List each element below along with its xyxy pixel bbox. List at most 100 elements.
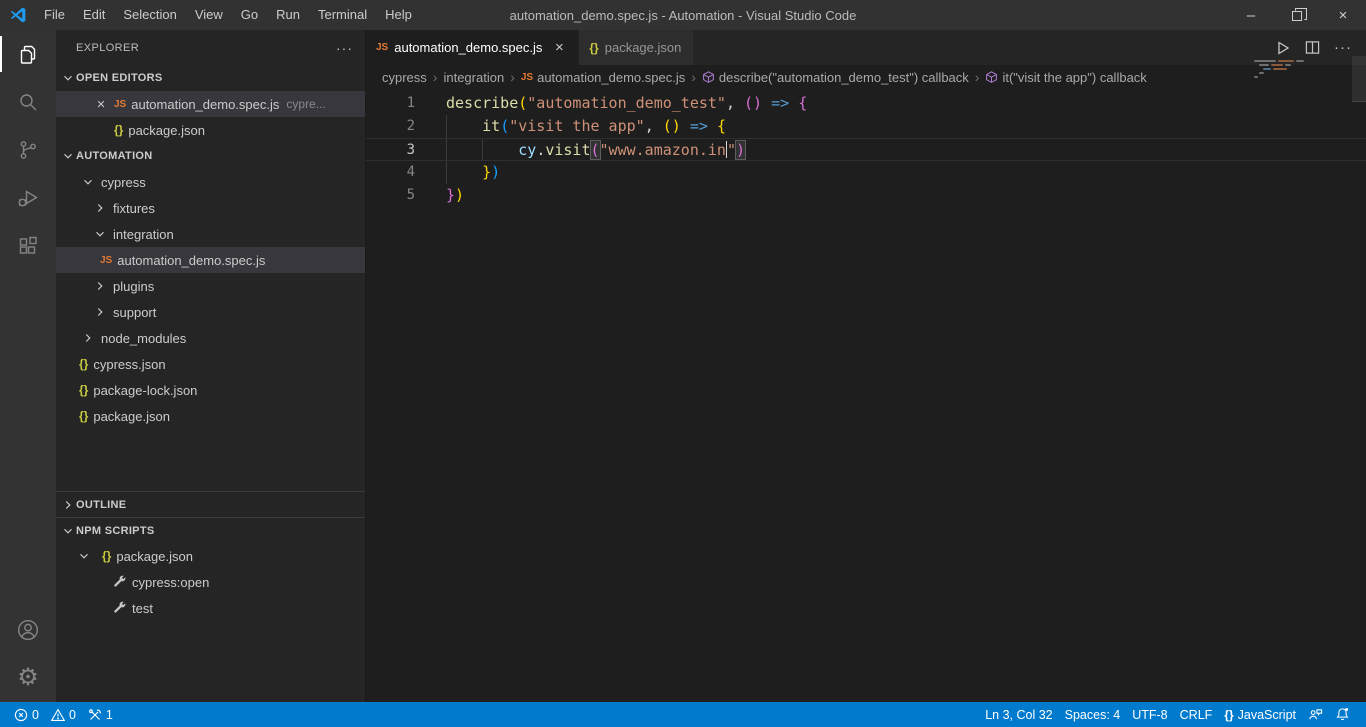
json-file-icon: {} <box>79 357 89 371</box>
symbol-method-icon <box>986 70 998 83</box>
section-outline[interactable]: OUTLINE <box>56 491 365 517</box>
language-mode[interactable]: {} JavaScript <box>1218 702 1302 727</box>
encoding-setting[interactable]: UTF-8 <box>1126 702 1173 727</box>
tree-item-support[interactable]: support <box>56 299 365 325</box>
accounts-icon[interactable] <box>0 606 56 654</box>
code-editor[interactable]: 1 describe("automation_demo_test", () => … <box>366 89 1366 702</box>
errors-indicator[interactable]: 0 <box>8 702 45 727</box>
status-bar: 0 0 1 Ln 3, Col 32 Spaces: 4 UTF-8 CRLF … <box>0 702 1366 727</box>
code-line-3-current[interactable]: 3 cy.visit("www.amazon.in") <box>366 138 1366 161</box>
menu-terminal[interactable]: Terminal <box>309 0 376 30</box>
npm-package-json[interactable]: {} package.json <box>56 543 365 569</box>
tree-item-fixtures[interactable]: fixtures <box>56 195 365 221</box>
menu-edit[interactable]: Edit <box>74 0 114 30</box>
tools-icon <box>89 708 101 720</box>
code-line-4[interactable]: 4 }) <box>366 161 1366 184</box>
menu-run[interactable]: Run <box>267 0 309 30</box>
wrench-icon <box>114 601 126 613</box>
search-icon[interactable] <box>0 78 56 126</box>
tree-item-integration[interactable]: integration <box>56 221 365 247</box>
breadcrumb-integration[interactable]: integration <box>443 70 504 85</box>
tree-item-cypress[interactable]: cypress <box>56 169 365 195</box>
js-file-icon: JS <box>520 71 534 83</box>
tree-item-automation-demo-spec[interactable]: JS automation_demo.spec.js <box>56 247 365 273</box>
feedback-icon <box>1309 709 1323 720</box>
eol-setting[interactable]: CRLF <box>1174 702 1219 727</box>
chevron-right-icon: › <box>691 69 696 85</box>
tab-automation-demo-spec[interactable]: JS automation_demo.spec.js × <box>366 30 580 65</box>
js-file-icon: JS <box>376 42 389 53</box>
notifications-button[interactable] <box>1329 702 1356 727</box>
breadcrumb-describe-symbol[interactable]: describe("automation_demo_test") callbac… <box>702 70 969 85</box>
error-icon <box>14 708 28 721</box>
editor-group: JS automation_demo.spec.js × {} package.… <box>366 30 1366 702</box>
open-editor-package-json[interactable]: {} package.json <box>56 117 365 143</box>
editor-path-detail: cypre... <box>286 97 326 111</box>
settings-gear-icon[interactable]: ⚙ <box>0 654 56 702</box>
scrollbar-slider[interactable] <box>1352 56 1366 102</box>
minimap[interactable] <box>1254 60 1350 100</box>
line-number[interactable]: 5 <box>366 184 415 207</box>
json-file-icon: {} <box>114 123 124 137</box>
json-file-icon: {} <box>79 409 89 423</box>
symbol-method-icon <box>703 70 714 83</box>
explorer-icon[interactable] <box>0 30 56 78</box>
close-editor-icon[interactable]: × <box>92 96 110 113</box>
npm-script-test[interactable]: test <box>56 595 365 621</box>
close-button[interactable]: × <box>1320 0 1366 30</box>
tree-item-package-lock-json[interactable]: {} package-lock.json <box>56 377 365 403</box>
braces-icon: {} <box>1224 707 1234 722</box>
line-number[interactable]: 4 <box>366 161 415 184</box>
tree-item-package-json[interactable]: {} package.json <box>56 403 365 429</box>
source-control-icon[interactable] <box>0 126 56 174</box>
split-editor-icon[interactable] <box>1305 40 1320 55</box>
line-number[interactable]: 1 <box>366 92 415 115</box>
breadcrumb-cypress[interactable]: cypress <box>382 70 427 85</box>
code-line-5[interactable]: 5}) <box>366 184 1366 207</box>
tree-item-cypress-json[interactable]: {} cypress.json <box>56 351 365 377</box>
run-debug-icon[interactable] <box>0 174 56 222</box>
menu-view[interactable]: View <box>186 0 232 30</box>
explorer-actions-icon[interactable]: ··· <box>336 40 353 56</box>
explorer-sidebar: EXPLORER ··· OPEN EDITORS × JS automatio… <box>56 30 366 702</box>
section-workspace-automation[interactable]: AUTOMATION <box>56 143 365 169</box>
code-line-1[interactable]: 1 describe("automation_demo_test", () => … <box>366 92 1366 115</box>
breadcrumb: cypress › integration › JS automation_de… <box>366 65 1366 89</box>
menu-selection[interactable]: Selection <box>114 0 185 30</box>
title-bar: File Edit Selection View Go Run Terminal… <box>0 0 1366 30</box>
breadcrumb-file[interactable]: JS automation_demo.spec.js <box>521 70 685 85</box>
minimize-button[interactable]: – <box>1228 0 1274 30</box>
tree-item-plugins[interactable]: plugins <box>56 273 365 299</box>
menu-help[interactable]: Help <box>376 0 421 30</box>
restore-button[interactable] <box>1274 0 1320 30</box>
tree-item-node-modules[interactable]: node_modules <box>56 325 365 351</box>
sidebar-title: EXPLORER <box>76 41 140 54</box>
cursor-position[interactable]: Ln 3, Col 32 <box>979 702 1058 727</box>
run-file-icon[interactable] <box>1275 40 1291 56</box>
line-number[interactable]: 2 <box>366 115 415 138</box>
chevron-right-icon: › <box>974 69 980 85</box>
tasks-indicator[interactable]: 1 <box>82 702 119 727</box>
activity-bar: ⚙ <box>0 30 56 702</box>
editor-scrollbar[interactable] <box>1352 56 1366 702</box>
chevron-right-icon: › <box>432 69 438 85</box>
tab-package-json[interactable]: {} package.json <box>579 30 695 65</box>
section-open-editors[interactable]: OPEN EDITORS <box>56 65 365 91</box>
open-editor-automation-demo[interactable]: × JS automation_demo.spec.js cypre... <box>56 91 365 117</box>
js-file-icon: JS <box>114 98 127 110</box>
more-actions-icon[interactable]: ··· <box>1334 39 1352 56</box>
close-tab-icon[interactable]: × <box>550 39 568 56</box>
npm-script-cypress-open[interactable]: cypress:open <box>56 569 365 595</box>
indentation-setting[interactable]: Spaces: 4 <box>1059 702 1127 727</box>
feedback-button[interactable] <box>1302 702 1329 727</box>
code-line-2[interactable]: 2 it("visit the app", () => { <box>366 115 1366 138</box>
restore-icon <box>1292 11 1302 21</box>
vscode-logo-icon <box>10 7 26 23</box>
menu-file[interactable]: File <box>35 0 74 30</box>
menu-go[interactable]: Go <box>232 0 267 30</box>
breadcrumb-it-symbol[interactable]: it("visit the app") callback <box>985 70 1147 85</box>
extensions-icon[interactable] <box>0 222 56 270</box>
warnings-indicator[interactable]: 0 <box>45 702 82 727</box>
line-number[interactable]: 3 <box>366 139 415 160</box>
section-npm-scripts[interactable]: NPM SCRIPTS <box>56 517 365 543</box>
